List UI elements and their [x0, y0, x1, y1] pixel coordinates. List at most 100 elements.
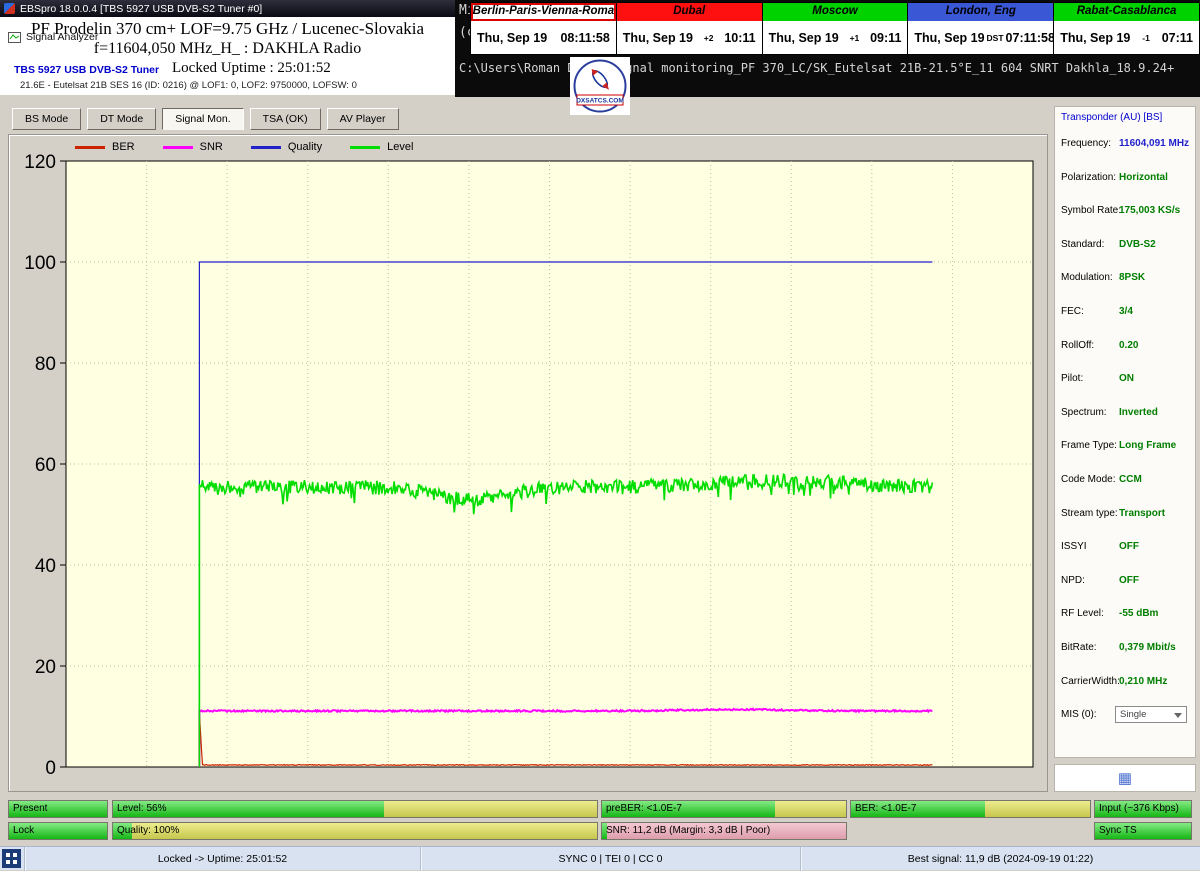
tp-value: CCM	[1119, 473, 1142, 485]
signal-analyzer-label: Signal Analyzer	[26, 31, 99, 43]
world-clock[interactable]: Berlin-Paris-Vienna-Roma Thu, Sep 19 08:11…	[470, 2, 1200, 55]
clock-date: Thu, Sep 19	[622, 30, 693, 45]
ebspro-titlebar[interactable]: EBSpro 18.0.0.4 [TBS 5927 USB DVB-S2 Tun…	[0, 0, 455, 17]
tp-label: RF Level:	[1061, 608, 1104, 620]
clock-offset: -1	[1142, 32, 1150, 43]
clock-date: Thu, Sep 19	[1060, 30, 1131, 45]
status-label: Input (~376 Kbps)	[1099, 803, 1179, 814]
app-icon	[4, 3, 15, 14]
tp-label: Code Mode:	[1061, 473, 1116, 485]
tp-row-frame-type: Frame Type: Long Frame	[1055, 437, 1195, 471]
tp-value: OFF	[1119, 574, 1139, 586]
legend-label: Quality	[287, 141, 323, 153]
status-input: Input (~376 Kbps)	[1094, 800, 1192, 818]
status-preber: preBER: <1.0E-7	[601, 800, 847, 818]
tp-value: Horizontal	[1119, 171, 1168, 183]
clock-dubai: Dubal Thu, Sep 19 +2 10:11	[616, 3, 763, 54]
clock-offset: DST	[986, 32, 1004, 43]
table-icon: ▦	[1117, 769, 1133, 787]
tp-label: BitRate:	[1061, 641, 1097, 653]
satellite-info: 21.6E - Eutelsat 21B SES 16 (ID: 0216) @…	[20, 80, 357, 91]
clock-time-value: Thu, Sep 19 +2 10:11	[616, 21, 762, 54]
status-label: BER: <1.0E-7	[855, 803, 917, 814]
clock-moscow: Moscow Thu, Sep 19 +1 09:11	[762, 3, 909, 54]
clock-time-text: 09:11	[870, 30, 902, 45]
status-label: Lock	[13, 825, 35, 836]
status-present: Present	[8, 800, 108, 818]
tab-av-player[interactable]: AV Player	[326, 108, 399, 130]
tab-bs-mode[interactable]: BS Mode	[12, 108, 82, 130]
clock-city-label: Berlin-Paris-Vienna-Roma	[471, 3, 616, 21]
statusbar-uptime: Locked -> Uptime: 25:01:52	[24, 847, 420, 871]
tp-row-symbol-rate: Symbol Rate: 175,003 KS/s	[1055, 202, 1195, 236]
window-title: EBSpro 18.0.0.4 [TBS 5927 USB DVB-S2 Tun…	[20, 2, 263, 15]
svg-text:60: 60	[35, 455, 56, 476]
tp-row-mis-0: MIS (0): Single	[1055, 706, 1195, 740]
legend-item-snr: SNR	[162, 141, 223, 153]
clock-london: London, Eng Thu, Sep 19 DST 07:11:58	[908, 3, 1055, 54]
chart-plot: 0 20 40 60 80 100 120	[24, 152, 1034, 779]
clock-offset: +1	[849, 32, 860, 43]
svg-text:120: 120	[24, 152, 56, 173]
uptime-label: Locked Uptime : 25:01:52	[172, 60, 331, 76]
tp-label: ISSYI	[1061, 541, 1087, 553]
legend-label: Level	[387, 141, 414, 153]
clock-berlin-paris-vienna-roma: Berlin-Paris-Vienna-Roma Thu, Sep 19 08:11…	[471, 3, 617, 54]
clock-rabat-casablanca: Rabat-Casablanca Thu, Sep 19 -1 07:11	[1054, 3, 1199, 54]
tp-label: MIS (0):	[1061, 709, 1097, 721]
tp-label: CarrierWidth:	[1061, 675, 1120, 687]
legend-item-quality: Quality	[250, 141, 323, 153]
panel-footer-button[interactable]: ▦	[1054, 764, 1196, 792]
clock-time-text: 08:11:58	[560, 30, 610, 45]
status-lock: Lock	[8, 822, 108, 840]
clock-city-label: Rabat-Casablanca	[1054, 3, 1199, 21]
tp-row-issyi: ISSYI OFF	[1055, 538, 1195, 572]
tp-value: 0,379 Mbit/s	[1119, 641, 1176, 653]
status-label: Level: 56%	[117, 803, 167, 814]
svg-text:40: 40	[35, 556, 56, 577]
tab-tsa[interactable]: TSA (OK)	[249, 108, 321, 130]
transponder-rows: Frequency: 11604,091 MHz Polarization: Hori…	[1055, 135, 1195, 740]
status-ber: BER: <1.0E-7	[850, 800, 1091, 818]
clock-time-value: Thu, Sep 19 +1 09:11	[762, 21, 908, 54]
chevron-down-icon	[1174, 713, 1182, 719]
tp-value: 3/4	[1119, 305, 1133, 317]
legend-swatch	[75, 145, 105, 149]
rocket-logo-icon: DXSATCS.COM	[573, 59, 627, 113]
tp-label: Stream type:	[1061, 507, 1118, 519]
svg-text:100: 100	[24, 253, 56, 274]
status-level: Level: 56%	[112, 800, 598, 818]
legend-swatch	[350, 145, 381, 149]
clock-time-value: Thu, Sep 19 08:11:58	[471, 21, 616, 54]
clock-date: Thu, Sep 19	[477, 30, 548, 45]
tp-label: FEC:	[1061, 305, 1084, 317]
status-label: Sync TS	[1099, 825, 1137, 836]
statusbar-best-signal: Best signal: 11,9 dB (2024-09-19 01:22)	[800, 847, 1200, 871]
tp-label: NPD:	[1061, 574, 1085, 586]
tp-value: DVB-S2	[1119, 238, 1156, 250]
clock-city-label: Dubal	[616, 3, 762, 21]
tp-row-rf-level: RF Level: -55 dBm	[1055, 605, 1195, 639]
tp-label: RollOff:	[1061, 339, 1095, 351]
tp-value: 8PSK	[1119, 272, 1146, 284]
tp-value: 11604,091 MHz	[1119, 138, 1190, 149]
tp-value: Transport	[1119, 507, 1166, 519]
legend-item-ber: BER	[75, 141, 135, 153]
tp-label: Frequency:	[1061, 138, 1112, 149]
signal-chart: 0 20 40 60 80 100 120 BER SNR Quality Level	[8, 134, 1048, 792]
svg-text:20: 20	[35, 657, 56, 678]
tp-value: 175,003 KS/s	[1119, 205, 1181, 217]
tp-label: Standard:	[1061, 238, 1105, 250]
tp-row-npd: NPD: OFF	[1055, 572, 1195, 606]
mis-select[interactable]: Single	[1115, 706, 1187, 724]
status-label: Quality: 100%	[117, 825, 180, 836]
tp-label: Frame Type:	[1061, 440, 1117, 452]
clock-time-text: 10:11	[724, 30, 756, 45]
tuner-name: TBS 5927 USB DVB-S2 Tuner	[14, 64, 160, 76]
tab-dt-mode[interactable]: DT Mode	[87, 108, 157, 130]
tp-value: 0,210 MHz	[1119, 675, 1168, 687]
transponder-title: Transponder (AU) [BS]	[1061, 112, 1163, 123]
tab-signal-mon[interactable]: Signal Mon.	[162, 108, 244, 130]
tp-row-carrierwidth: CarrierWidth: 0,210 MHz	[1055, 673, 1195, 707]
legend-swatch	[162, 145, 193, 149]
